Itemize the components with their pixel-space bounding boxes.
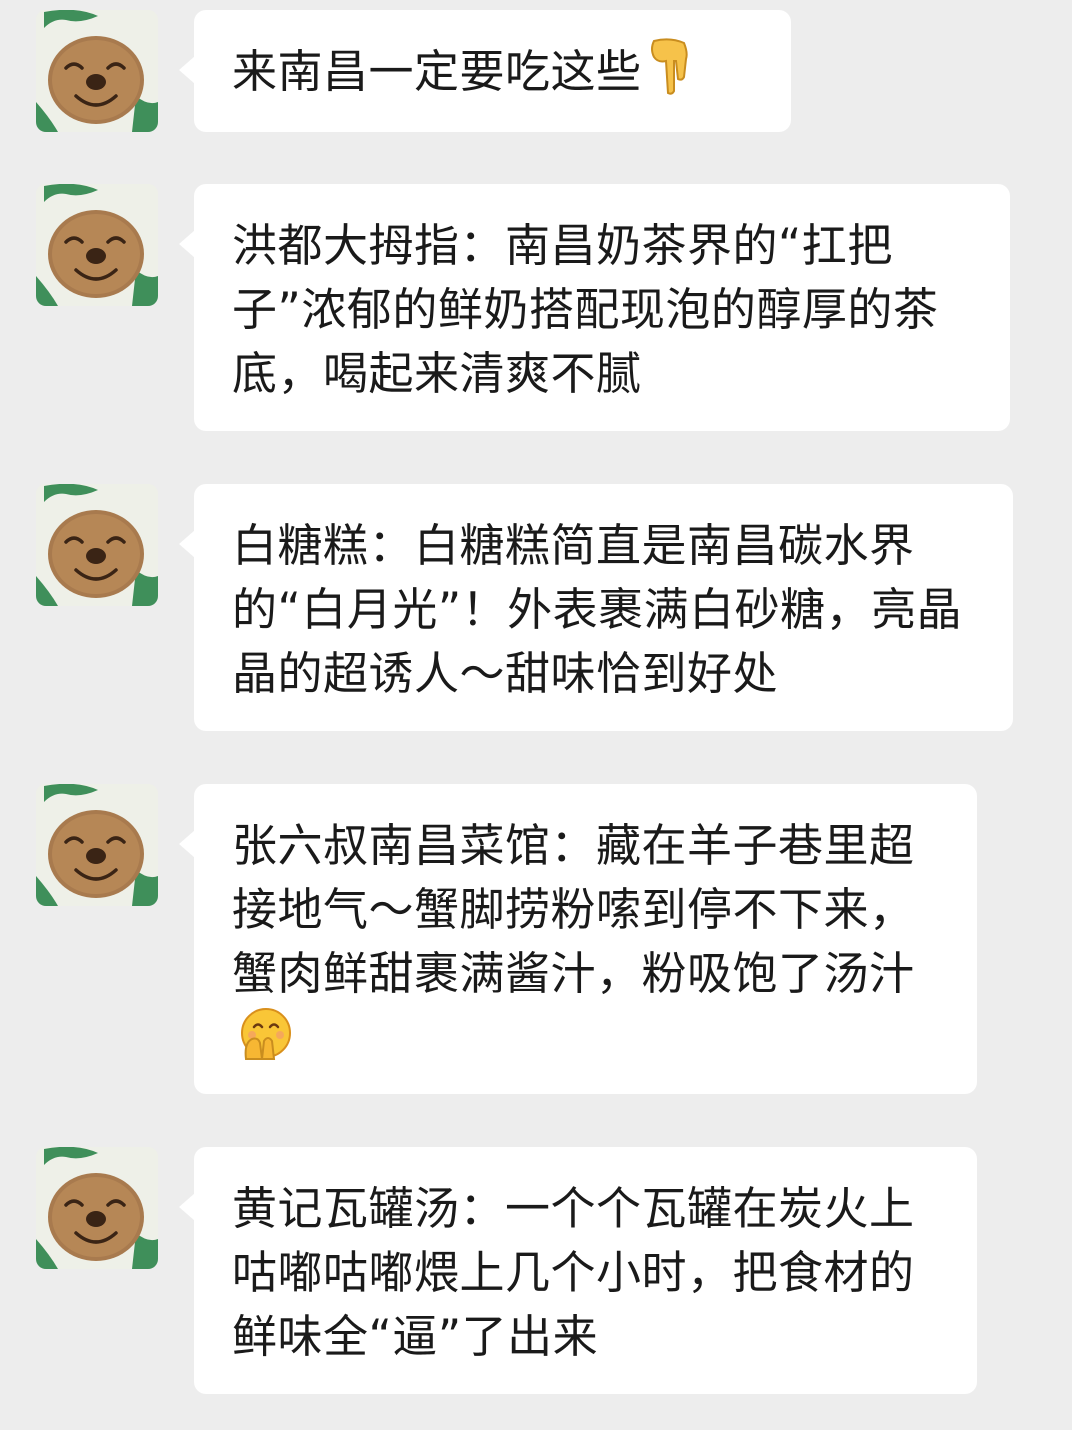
- message-bubble[interactable]: 黄记瓦罐汤：一个个瓦罐在炭火上咕嘟咕嘟煨上几个小时，把食材的鲜味全“逼”了出来: [179, 1147, 977, 1394]
- bear-face-icon: [36, 784, 158, 906]
- avatar[interactable]: [36, 1147, 158, 1269]
- bear-face-icon: [36, 184, 158, 306]
- message-text: 来南昌一定要吃这些: [232, 45, 642, 98]
- message-text: 白糖糕：白糖糕简直是南昌碳水界的“白月光”！外表裹满白砂糖，亮晶晶的超诱人～甜味…: [232, 519, 963, 700]
- chat-message-list[interactable]: 来南昌一定要吃这些 洪都大拇指：南昌奶茶界的“扛把子”浓郁的鲜奶搭配现泡的醇厚的…: [0, 0, 1072, 1430]
- avatar[interactable]: [36, 184, 158, 306]
- message-text: 洪都大拇指：南昌奶茶界的“扛把子”浓郁的鲜奶搭配现泡的醇厚的茶底，喝起来清爽不腻: [232, 219, 939, 400]
- bear-face-icon: [36, 10, 158, 132]
- face-with-hand-over-mouth-icon: [238, 1007, 292, 1061]
- message-text: 黄记瓦罐汤：一个个瓦罐在炭火上咕嘟咕嘟煨上几个小时，把食材的鲜味全“逼”了出来: [232, 1182, 915, 1363]
- message-bubble[interactable]: 洪都大拇指：南昌奶茶界的“扛把子”浓郁的鲜奶搭配现泡的醇厚的茶底，喝起来清爽不腻: [179, 184, 1010, 431]
- backhand-index-pointing-down-icon: [648, 37, 692, 95]
- bear-face-icon: [36, 484, 158, 606]
- avatar[interactable]: [36, 784, 158, 906]
- message-bubble[interactable]: 白糖糕：白糖糕简直是南昌碳水界的“白月光”！外表裹满白砂糖，亮晶晶的超诱人～甜味…: [179, 484, 1013, 731]
- avatar[interactable]: [36, 10, 158, 132]
- message-text: 张六叔南昌菜馆：藏在羊子巷里超接地气～蟹脚捞粉嗦到停不下来，蟹肉鲜甜裹满酱汁，粉…: [232, 819, 915, 1000]
- bear-face-icon: [36, 1147, 158, 1269]
- avatar[interactable]: [36, 484, 158, 606]
- message-bubble[interactable]: 来南昌一定要吃这些: [179, 10, 791, 132]
- message-bubble[interactable]: 张六叔南昌菜馆：藏在羊子巷里超接地气～蟹脚捞粉嗦到停不下来，蟹肉鲜甜裹满酱汁，粉…: [179, 784, 977, 1094]
